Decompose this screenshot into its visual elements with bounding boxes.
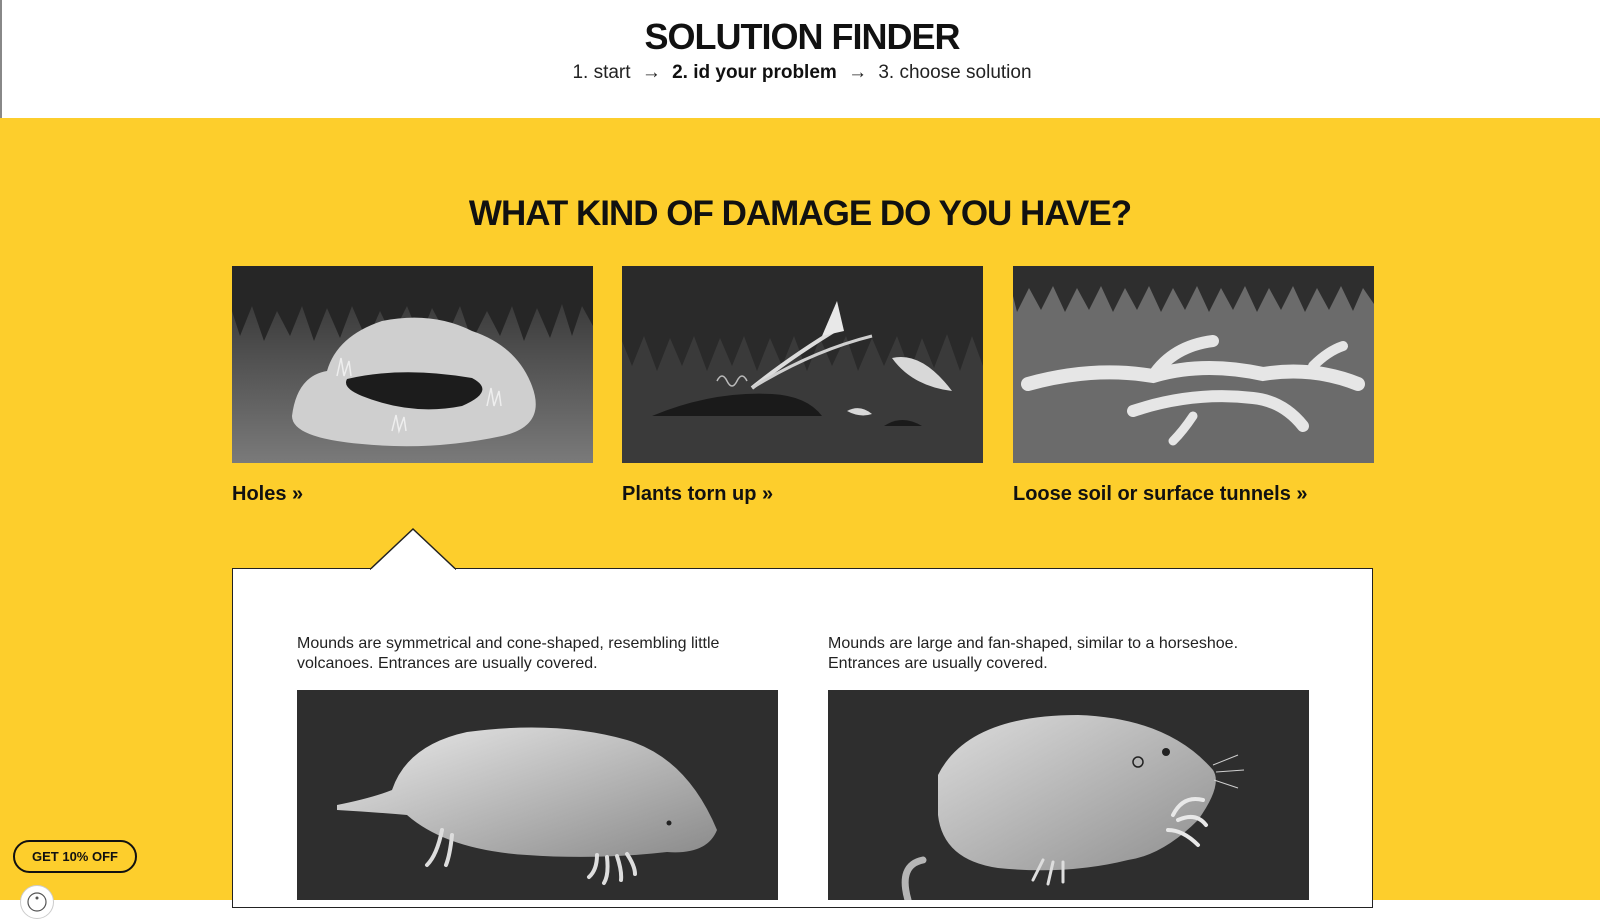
loose-soil-link[interactable]: Loose soil or surface tunnels » xyxy=(1013,483,1308,506)
damage-card-holes[interactable]: Holes » xyxy=(232,266,593,505)
step-breadcrumb: 1. start → 2. id your problem → 3. choos… xyxy=(2,62,1600,84)
mole-mound-description: Mounds are symmetrical and cone-shaped, … xyxy=(297,635,720,672)
step-start[interactable]: 1. start xyxy=(572,62,630,83)
site-header: SOLUTION FINDER 1. start → 2. id your pr… xyxy=(0,0,1600,118)
mound-hole-illustration[interactable] xyxy=(232,266,593,463)
arrow-right-icon: → xyxy=(848,62,868,83)
torn-plant-illustration[interactable] xyxy=(622,266,983,463)
surface-tunnel-illustration[interactable] xyxy=(1013,266,1374,463)
damage-card-plants[interactable]: Plants torn up » xyxy=(622,266,983,505)
holes-link[interactable]: Holes » xyxy=(232,483,303,506)
step-id-problem: 2. id your problem xyxy=(672,62,837,83)
panel-pointer xyxy=(370,527,456,571)
gopher-illustration[interactable] xyxy=(828,690,1309,900)
page-title: SOLUTION FINDER xyxy=(644,16,961,57)
gopher-mound-description: Mounds are large and fan-shaped, similar… xyxy=(828,635,1239,672)
plants-torn-up-link[interactable]: Plants torn up » xyxy=(622,483,773,506)
accessibility-icon[interactable] xyxy=(20,885,54,919)
step-choose-solution: 3. choose solution xyxy=(878,62,1032,83)
mole-illustration[interactable] xyxy=(297,690,778,900)
accessibility-icon-glyph xyxy=(27,892,47,912)
discount-promo-button[interactable]: GET 10% OFF xyxy=(13,840,137,873)
arrow-right-icon: → xyxy=(641,62,661,83)
damage-card-tunnels[interactable]: Loose soil or surface tunnels » xyxy=(1013,266,1374,505)
damage-question-heading: WHAT KIND OF DAMAGE DO YOU HAVE? xyxy=(468,194,1132,233)
